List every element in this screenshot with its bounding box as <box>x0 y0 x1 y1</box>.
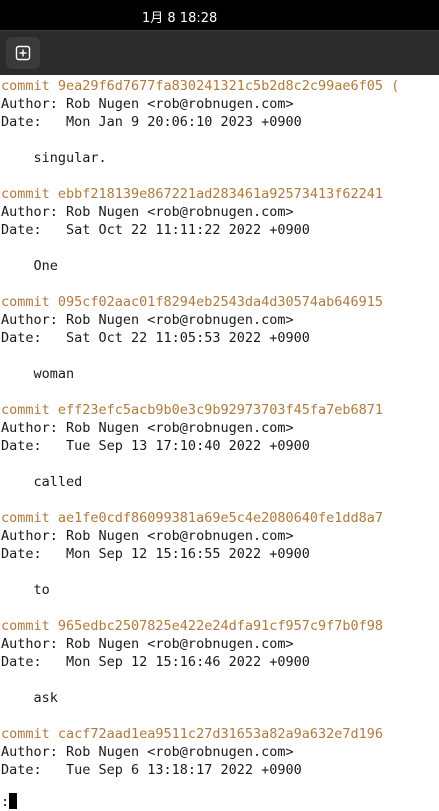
pager-prompt[interactable]: : <box>1 793 18 811</box>
commit-hash-line: commit 095cf02aac01f8294eb2543da4d30574a… <box>1 294 384 310</box>
system-top-bar: 1月 8 18:28 <box>0 0 439 30</box>
commit-date-line: Date: Tue Sep 13 17:10:40 2022 +0900 <box>1 438 310 454</box>
commit-message-line: singular. <box>1 150 107 166</box>
commit-message-line: called <box>1 474 83 490</box>
commit-author-line: Author: Rob Nugen <rob@robnugen.com> <box>1 420 294 436</box>
commit-author-line: Author: Rob Nugen <rob@robnugen.com> <box>1 528 294 544</box>
commit-message-line: to <box>1 582 50 598</box>
commit-hash-line: commit 9ea29f6d7677fa830241321c5b2d8c2c9… <box>1 78 400 94</box>
commit-author-line: Author: Rob Nugen <rob@robnugen.com> <box>1 96 294 112</box>
commit-author-line: Author: Rob Nugen <rob@robnugen.com> <box>1 204 294 220</box>
pager-prompt-text: : <box>1 794 10 810</box>
terminal-header-bar <box>0 30 439 75</box>
commit-message-line: One <box>1 258 58 274</box>
commit-hash-line: commit eff23efc5acb9b0e3c9b92973703f45fa… <box>1 402 384 418</box>
commit-date-line: Date: Sat Oct 22 11:11:22 2022 +0900 <box>1 222 310 238</box>
commit-date-line: Date: Sat Oct 22 11:05:53 2022 +0900 <box>1 330 310 346</box>
clock[interactable]: 1月 8 18:28 <box>142 7 217 26</box>
commit-date-line: Date: Mon Sep 12 15:16:46 2022 +0900 <box>1 654 310 670</box>
commit-author-line: Author: Rob Nugen <rob@robnugen.com> <box>1 312 294 328</box>
commit-date-line: Date: Mon Jan 9 20:06:10 2023 +0900 <box>1 114 302 130</box>
commit-hash-line: commit cacf72aad1ea9511c27d31653a82a9a63… <box>1 726 384 742</box>
terminal-output[interactable]: commit 9ea29f6d7677fa830241321c5b2d8c2c9… <box>0 75 439 811</box>
new-tab-icon <box>15 45 31 61</box>
commit-message-line: ask <box>1 690 58 706</box>
commit-author-line: Author: Rob Nugen <rob@robnugen.com> <box>1 744 294 760</box>
text-cursor <box>9 793 18 809</box>
commit-hash-line: commit 965edbc2507825e422e24dfa91cf957c9… <box>1 618 384 634</box>
new-tab-button[interactable] <box>6 37 40 69</box>
commit-hash-line: commit ae1fe0cdf86099381a69e5c4e2080640f… <box>1 510 384 526</box>
commit-hash-line: commit ebbf218139e867221ad283461a9257341… <box>1 186 384 202</box>
commit-date-line: Date: Mon Sep 12 15:16:55 2022 +0900 <box>1 546 310 562</box>
commit-message-line: woman <box>1 366 75 382</box>
commit-date-line: Date: Tue Sep 6 13:18:17 2022 +0900 <box>1 762 302 778</box>
commit-author-line: Author: Rob Nugen <rob@robnugen.com> <box>1 636 294 652</box>
